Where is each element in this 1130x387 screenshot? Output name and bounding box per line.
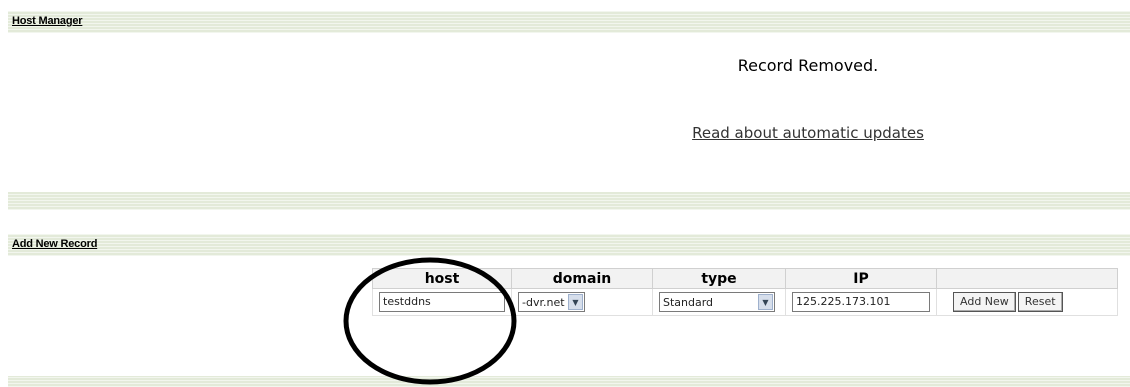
column-type: type xyxy=(652,268,786,289)
add-record-header-bar xyxy=(8,234,1130,256)
column-ip: IP xyxy=(785,268,937,289)
domain-select-value: -dvr.net xyxy=(522,295,565,309)
chevron-down-icon: ▼ xyxy=(758,294,773,310)
column-domain: domain xyxy=(511,268,653,289)
chevron-down-icon: ▼ xyxy=(568,294,583,310)
host-manager-title[interactable]: Host Manager xyxy=(12,15,83,27)
reset-button[interactable]: Reset xyxy=(1017,292,1063,312)
automatic-updates-link[interactable]: Read about automatic updates xyxy=(243,124,1130,142)
add-new-button[interactable]: Add New xyxy=(953,292,1016,312)
add-record-footer-bar xyxy=(8,376,1130,387)
host-input[interactable]: testddns xyxy=(379,292,505,312)
column-host: host xyxy=(372,268,512,289)
host-manager-header-bar xyxy=(8,11,1130,33)
record-removed-message: Record Removed. xyxy=(737,56,879,75)
add-record-table: host domain type IP testddns -dvr.net ▼ … xyxy=(372,268,1118,316)
host-manager-footer-bar xyxy=(8,192,1130,210)
add-record-title[interactable]: Add New Record xyxy=(12,238,97,250)
type-select[interactable]: Standard ▼ xyxy=(659,292,775,312)
column-actions xyxy=(936,268,1118,289)
ip-input[interactable]: 125.225.173.101 xyxy=(792,292,930,312)
type-select-value: Standard xyxy=(663,295,714,309)
domain-select[interactable]: -dvr.net ▼ xyxy=(518,292,585,312)
